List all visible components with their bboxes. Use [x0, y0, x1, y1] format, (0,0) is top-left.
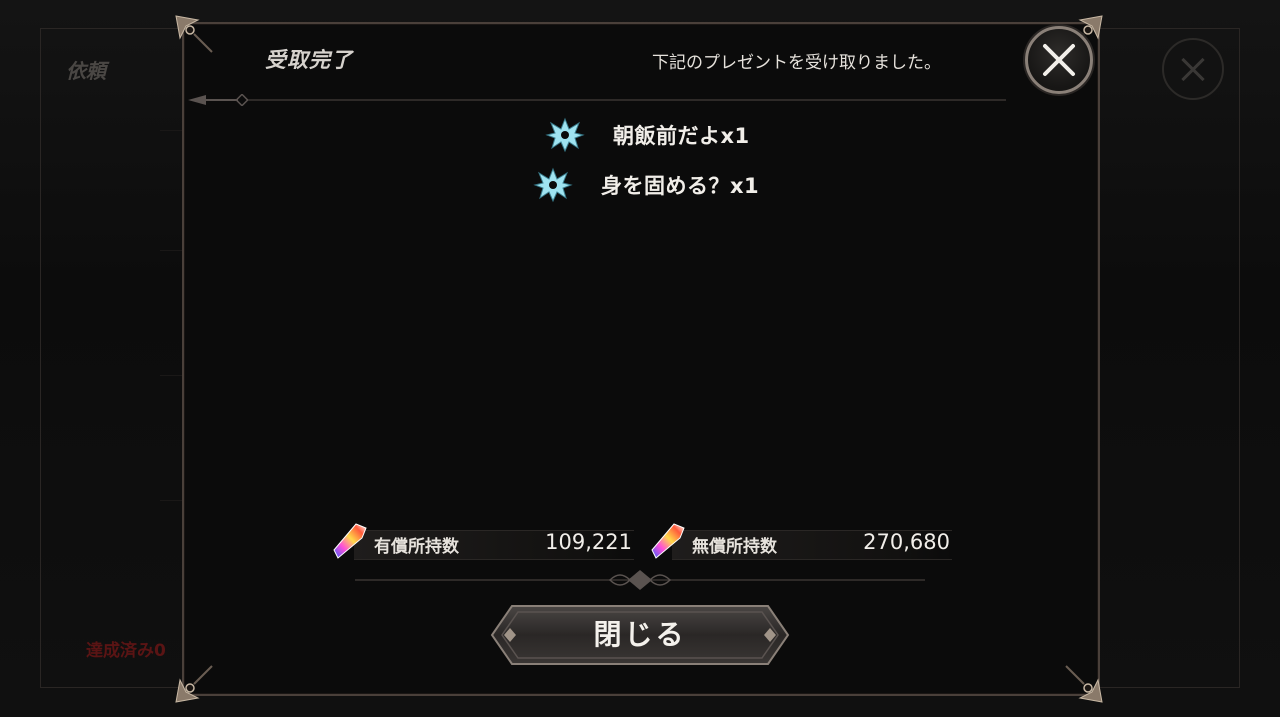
- ornament-corner-icon: [172, 12, 218, 58]
- gem-icon: [651, 523, 685, 559]
- dialog-title: 受取完了: [265, 48, 353, 72]
- reward-item: 身を固める？x1: [533, 167, 759, 203]
- crest-icon: [545, 117, 585, 153]
- dialog-message: 下記のプレゼントを受け取りました。: [652, 53, 941, 73]
- gem-icon: [333, 523, 367, 559]
- ornament-corner-icon: [1060, 660, 1106, 706]
- counter-label: 有償所持数: [374, 537, 459, 557]
- ornament-corner-icon: [172, 660, 218, 706]
- reward-item: 朝飯前だよx1: [545, 117, 750, 153]
- close-dialog-button[interactable]: 閉じる: [490, 604, 790, 666]
- paid-currency-counter: 有償所持数 109,221: [332, 523, 634, 560]
- background-achieved-count: 達成済み0: [86, 641, 166, 661]
- background-close-button: [1162, 38, 1224, 100]
- crest-icon: [533, 167, 573, 203]
- counter-label: 無償所持数: [692, 537, 777, 557]
- free-currency-counter: 無償所持数 270,680: [650, 523, 952, 560]
- title-divider: [188, 94, 1006, 106]
- counter-value: 109,221: [545, 530, 632, 554]
- close-dialog-label: 閉じる: [593, 618, 687, 651]
- counter-value: 270,680: [863, 530, 950, 554]
- reward-label: 身を固める？x1: [601, 174, 760, 198]
- background-screen-title: 依頼: [66, 59, 106, 83]
- reward-label: 朝飯前だよx1: [613, 124, 750, 148]
- close-button[interactable]: [1025, 26, 1093, 94]
- ornament-divider: [355, 570, 925, 590]
- close-icon: [1043, 44, 1075, 76]
